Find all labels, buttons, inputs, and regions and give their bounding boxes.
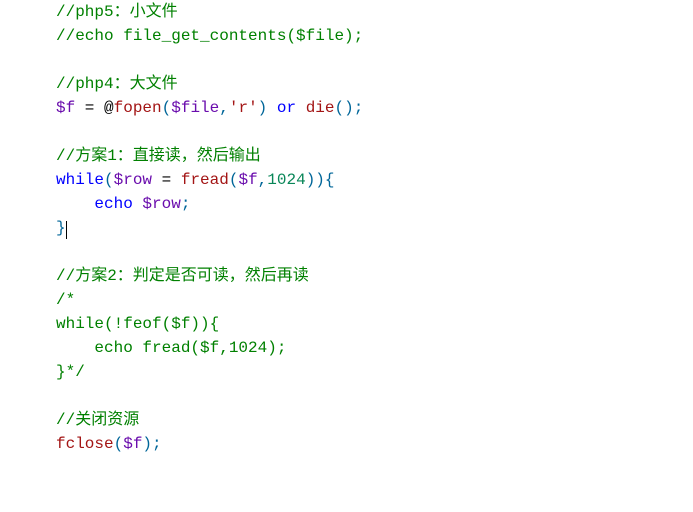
code-line: //php5：小文件 bbox=[56, 0, 693, 24]
code-line: echo $row; bbox=[56, 192, 693, 216]
code-token: , bbox=[258, 171, 268, 189]
code-token bbox=[267, 99, 277, 117]
code-token: fclose bbox=[56, 435, 114, 453]
code-line: //方案1：直接读，然后输出 bbox=[56, 144, 693, 168]
code-token: while bbox=[56, 171, 104, 189]
code-line: } bbox=[56, 216, 693, 240]
code-line: while($row = fread($f,1024)){ bbox=[56, 168, 693, 192]
code-token: ( bbox=[104, 171, 114, 189]
comment-token: //方案2：判定是否可读，然后再读 bbox=[56, 267, 309, 285]
code-token: $row bbox=[114, 171, 152, 189]
code-token: $f bbox=[56, 99, 75, 117]
comment-token: }*/ bbox=[56, 363, 85, 381]
code-token: ; bbox=[181, 195, 191, 213]
code-line: /* bbox=[56, 288, 693, 312]
comment-token: //php4：大文件 bbox=[56, 75, 178, 93]
comment-token: //关闭资源 bbox=[56, 411, 139, 429]
code-token: echo bbox=[94, 195, 132, 213]
code-token bbox=[133, 195, 143, 213]
code-line: while(!feof($f)){ bbox=[56, 312, 693, 336]
code-token: $f bbox=[123, 435, 142, 453]
code-token: 'r' bbox=[229, 99, 258, 117]
code-line bbox=[56, 240, 693, 264]
code-token: $f bbox=[238, 171, 257, 189]
code-line: echo fread($f,1024); bbox=[56, 336, 693, 360]
code-token: } bbox=[56, 219, 66, 237]
comment-token: while(!feof($f)){ bbox=[56, 315, 219, 333]
code-line: }*/ bbox=[56, 360, 693, 384]
code-token: = bbox=[152, 171, 181, 189]
code-token: ) bbox=[258, 99, 268, 117]
code-token: = @ bbox=[75, 99, 113, 117]
code-token: $row bbox=[142, 195, 180, 213]
comment-token: /* bbox=[56, 291, 75, 309]
code-token: fopen bbox=[114, 99, 162, 117]
code-line bbox=[56, 48, 693, 72]
comment-token: echo fread($f,1024); bbox=[56, 339, 286, 357]
comment-token: //php5：小文件 bbox=[56, 3, 178, 21]
code-token: 1024 bbox=[267, 171, 305, 189]
code-token: ); bbox=[142, 435, 161, 453]
code-token bbox=[296, 99, 306, 117]
code-line: //关闭资源 bbox=[56, 408, 693, 432]
code-token bbox=[56, 195, 94, 213]
code-token: fread bbox=[181, 171, 229, 189]
code-line: //echo file_get_contents($file); bbox=[56, 24, 693, 48]
code-token: (); bbox=[335, 99, 364, 117]
code-line: //方案2：判定是否可读，然后再读 bbox=[56, 264, 693, 288]
code-token: , bbox=[219, 99, 229, 117]
comment-token: //方案1：直接读，然后输出 bbox=[56, 147, 261, 165]
code-line bbox=[56, 120, 693, 144]
code-token: ( bbox=[114, 435, 124, 453]
code-token: die bbox=[306, 99, 335, 117]
code-token: or bbox=[277, 99, 296, 117]
code-editor[interactable]: //php5：小文件 //echo file_get_contents($file… bbox=[0, 0, 693, 456]
code-line: $f = @fopen($file,'r') or die(); bbox=[56, 96, 693, 120]
code-token: $file bbox=[171, 99, 219, 117]
code-line bbox=[56, 384, 693, 408]
code-token: )){ bbox=[306, 171, 335, 189]
code-line: //php4：大文件 bbox=[56, 72, 693, 96]
code-line: fclose($f); bbox=[56, 432, 693, 456]
text-cursor bbox=[66, 221, 67, 239]
code-token: ( bbox=[162, 99, 172, 117]
comment-token: //echo file_get_contents($file); bbox=[56, 27, 363, 45]
